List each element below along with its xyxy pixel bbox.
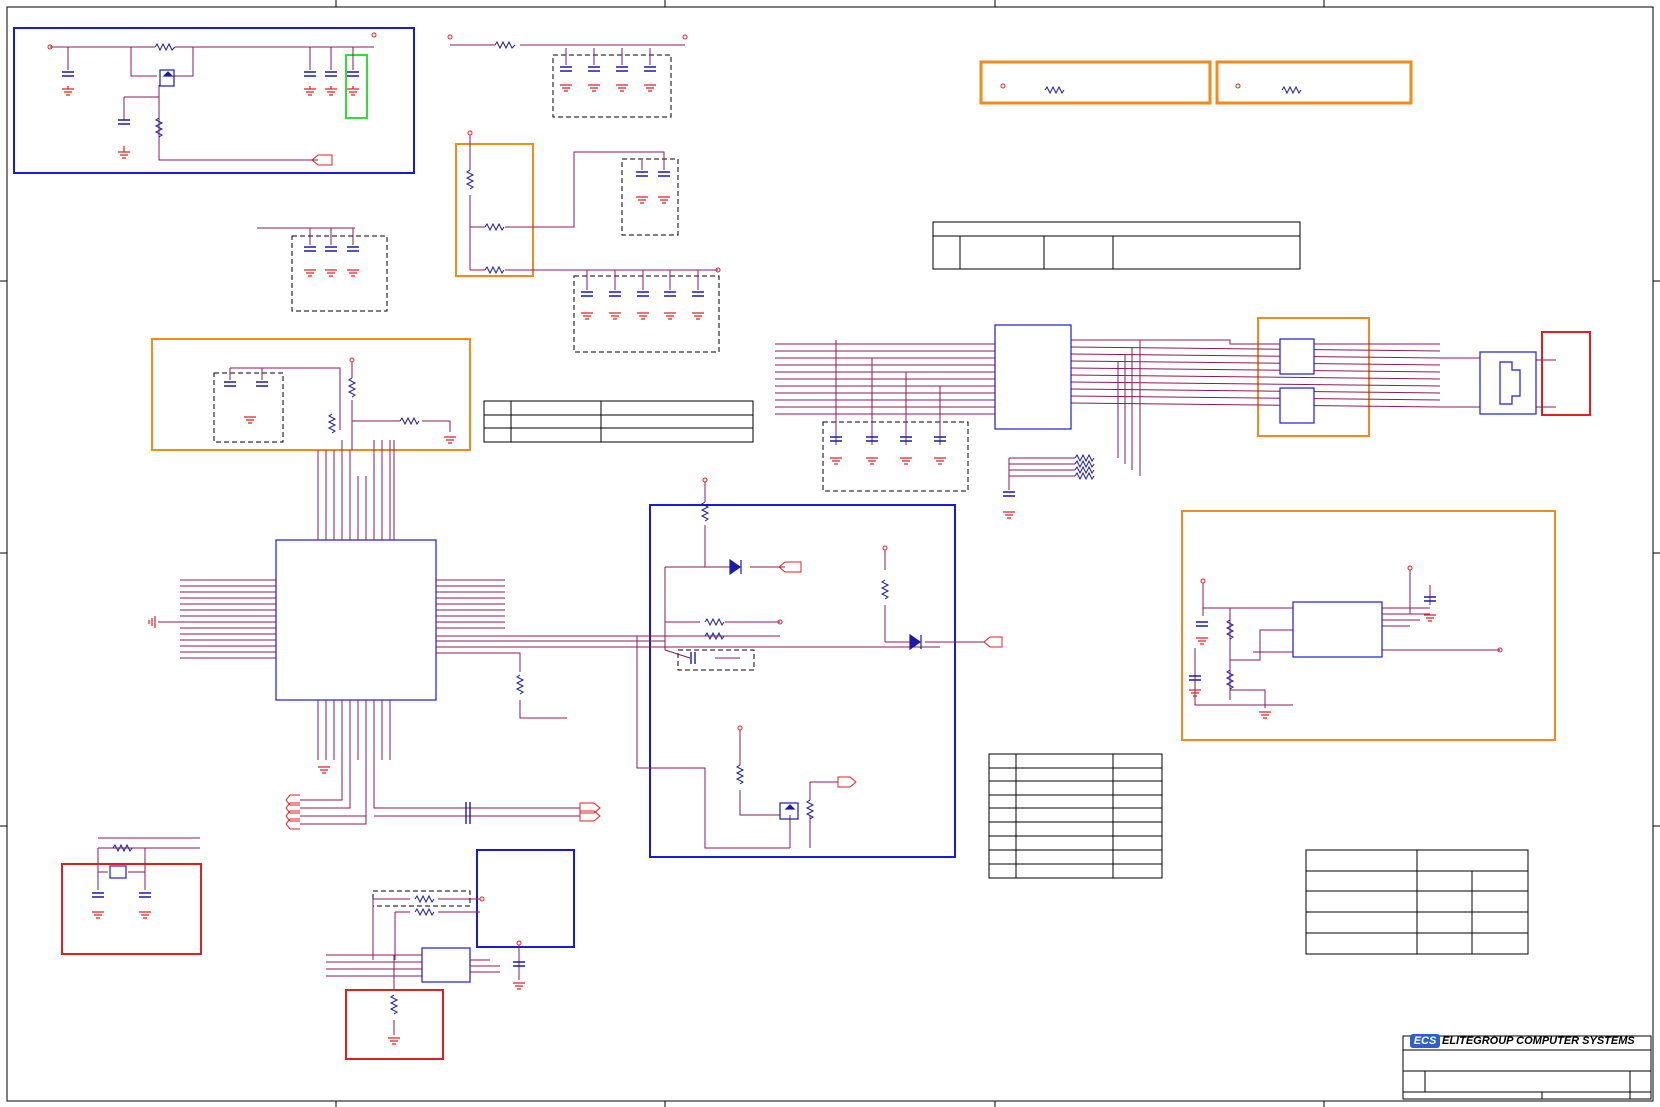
box-blue-power-switch: [649, 504, 956, 858]
rj45-connector: [1479, 351, 1537, 415]
diode-upper: [729, 558, 742, 576]
capacitors: [62, 66, 1436, 967]
table-top-right: [932, 221, 1301, 270]
box-green-cap: [345, 54, 368, 119]
magnetics-upper: [1279, 338, 1315, 375]
crystal: [109, 865, 127, 879]
table-bottom-right: [1305, 849, 1529, 955]
box-orange-strap: [455, 143, 534, 277]
active-devices: [159, 69, 922, 820]
small-ic: [421, 947, 471, 983]
box-power-regulator: [13, 27, 415, 174]
schematic-sheet: [0, 0, 1660, 1107]
box-orange-bias: [151, 338, 471, 451]
table-mid-left: [483, 400, 754, 443]
box-red-crystal: [61, 863, 202, 955]
transformer-chip: [994, 324, 1072, 430]
box-red-connector: [1541, 331, 1591, 416]
section-boxes: [13, 27, 1591, 1060]
company-name: ELITEGROUP COMPUTER SYSTEMS: [1442, 1035, 1635, 1047]
dashed-groups: [213, 54, 969, 907]
box-blue-note: [476, 849, 575, 948]
box-orange-resistor-right: [1215, 60, 1413, 105]
box-orange-resistor-left: [979, 60, 1212, 105]
port-connectors: [47, 32, 1503, 946]
resistors: [112, 40, 1302, 1015]
company-logo: ECS: [1410, 1034, 1440, 1048]
magnetics-lower: [1279, 387, 1315, 424]
sheet-border: [0, 0, 1660, 1107]
ethernet-controller-chip: [275, 539, 437, 701]
ground-symbols: [62, 84, 1436, 1045]
eeprom-chip: [1292, 601, 1383, 658]
table-mid-right: [988, 753, 1163, 879]
